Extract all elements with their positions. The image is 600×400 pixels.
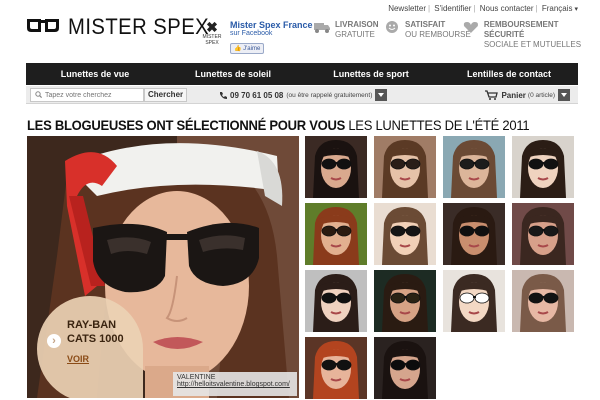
blogger-thumbnail[interactable] [305, 136, 367, 198]
facebook-widget[interactable]: ✖ MISTER SPEX Mister Spex France sur Fac… [200, 20, 313, 55]
blogger-photo-image [374, 270, 436, 332]
heart-icon [463, 22, 479, 33]
benefit-title: SATISFAIT [405, 20, 446, 29]
benefit-shipping[interactable]: LIVRAISON GRATUITE [313, 20, 379, 40]
brand-name: MISTER SPEX [68, 14, 210, 39]
search-icon [35, 91, 42, 98]
blogger-thumbnail[interactable] [374, 337, 436, 399]
newsletter-link[interactable]: Newsletter [388, 4, 426, 13]
brand-logo[interactable]: MISTER SPEX [26, 14, 221, 40]
blogger-thumbnail[interactable] [374, 203, 436, 265]
blogger-thumbnail[interactable] [305, 203, 367, 265]
blogger-photo-image [305, 337, 367, 399]
blogger-thumbnail[interactable] [443, 270, 505, 332]
blogger-thumbnail[interactable] [512, 270, 574, 332]
login-link[interactable]: S'identifier [434, 4, 471, 13]
hero-image[interactable]: › RAY-BAN CATS 1000 VOIR VALENTINE http:… [27, 136, 299, 398]
chevron-down-icon[interactable] [375, 89, 388, 101]
benefit-sub: OU REMBOURSÉ [405, 30, 471, 39]
headline-bold: LES BLOGUEUSES ONT SÉLECTIONNÉ POUR VOUS [27, 117, 346, 133]
blogger-photo-image [374, 337, 436, 399]
blogger-photo-image [443, 136, 505, 198]
chevron-down-icon[interactable] [558, 89, 570, 101]
benefit-reimbursement[interactable]: REMBOURSEMENT SÉCURITÉ SOCIALE ET MUTUEL… [462, 20, 600, 50]
cart-icon [485, 90, 499, 100]
blogger-photo-image [512, 203, 574, 265]
blogger-photo-image [443, 270, 505, 332]
blogger-name: VALENTINE [177, 374, 216, 381]
truck-icon [314, 23, 330, 33]
benefit-refund[interactable]: SATISFAIT OU REMBOURSÉ [383, 20, 471, 40]
blogger-photo-image [374, 203, 436, 265]
headline-light: LES LUNETTES DE L'ÉTÉ 2011 [348, 117, 530, 133]
facebook-title[interactable]: Mister Spex France [230, 20, 313, 30]
benefit-sub: GRATUITE [335, 30, 375, 39]
benefit-sub: SOCIALE ET MUTUELLES [483, 40, 582, 49]
phone-info[interactable]: 09 70 61 05 08 (ou être rappelé gratuite… [219, 89, 388, 101]
page-title: LES BLOGUEUSES ONT SÉLECTIONNÉ POUR VOUS… [27, 117, 530, 133]
blogger-thumbnail[interactable] [305, 337, 367, 399]
search-input[interactable] [30, 88, 144, 102]
smiley-icon [386, 21, 398, 33]
blogger-photo-image [305, 203, 367, 265]
blogger-thumbnail[interactable] [443, 136, 505, 198]
like-label: J'aime [243, 46, 261, 52]
cart[interactable]: Panier (0 article) [485, 89, 570, 101]
blogger-photo-image [512, 270, 574, 332]
language-select[interactable]: Français [542, 4, 578, 13]
blogger-thumbnail[interactable] [374, 270, 436, 332]
like-button[interactable]: 👍 J'aime [230, 43, 265, 54]
facebook-subtitle: sur Facebook [230, 30, 273, 37]
badge-text: MISTER SPEX [202, 34, 222, 46]
nav-item-sunglasses[interactable]: Lunettes de soleil [164, 63, 302, 85]
contact-link[interactable]: Nous contacter [480, 4, 534, 13]
main-nav: Lunettes de vue Lunettes de soleil Lunet… [26, 63, 578, 85]
nav-item-sport-glasses[interactable]: Lunettes de sport [302, 63, 440, 85]
blogger-photo-image [512, 136, 574, 198]
nav-item-eyeglasses[interactable]: Lunettes de vue [26, 63, 164, 85]
blogger-link[interactable]: http://helloitsvalentine.blogspot.com/ [177, 381, 293, 388]
utility-bar: Chercher 09 70 61 05 08 (ou être rappelé… [26, 86, 578, 104]
benefit-title: LIVRAISON [335, 20, 379, 29]
blogger-photo-image [374, 136, 436, 198]
phone-number: 09 70 61 05 08 [230, 90, 284, 100]
blogger-thumbnail[interactable] [443, 203, 505, 265]
promo-cta-link[interactable]: VOIR [67, 354, 89, 364]
cart-count: (0 article) [527, 91, 555, 99]
blogger-thumbnail[interactable] [305, 270, 367, 332]
blogger-thumbnail[interactable] [374, 136, 436, 198]
blogger-thumbnail[interactable] [512, 136, 574, 198]
nav-item-contact-lenses[interactable]: Lentilles de contact [440, 63, 578, 85]
mister-spex-badge-icon: ✖ MISTER SPEX [200, 20, 224, 55]
phone-icon [220, 91, 227, 99]
promo-title: RAY-BAN CATS 1000 [67, 319, 124, 345]
glasses-logo-icon [27, 19, 59, 32]
chevron-right-icon: › [47, 334, 61, 348]
blogger-photo-image [305, 136, 367, 198]
cart-label: Panier [501, 90, 526, 100]
phone-note: (ou être rappelé gratuitement) [286, 91, 373, 99]
top-links: Newsletter | S'identifier | Nous contacter… [388, 4, 578, 13]
blogger-photo-image [305, 270, 367, 332]
blogger-thumbnail[interactable] [512, 203, 574, 265]
benefit-title: REMBOURSEMENT SÉCURITÉ [483, 20, 559, 39]
blogger-photo-image [443, 203, 505, 265]
search-button[interactable]: Chercher [144, 88, 188, 102]
promo-badge[interactable]: › RAY-BAN CATS 1000 VOIR [37, 296, 143, 398]
photo-credit: VALENTINE http://helloitsvalentine.blogs… [173, 372, 297, 396]
